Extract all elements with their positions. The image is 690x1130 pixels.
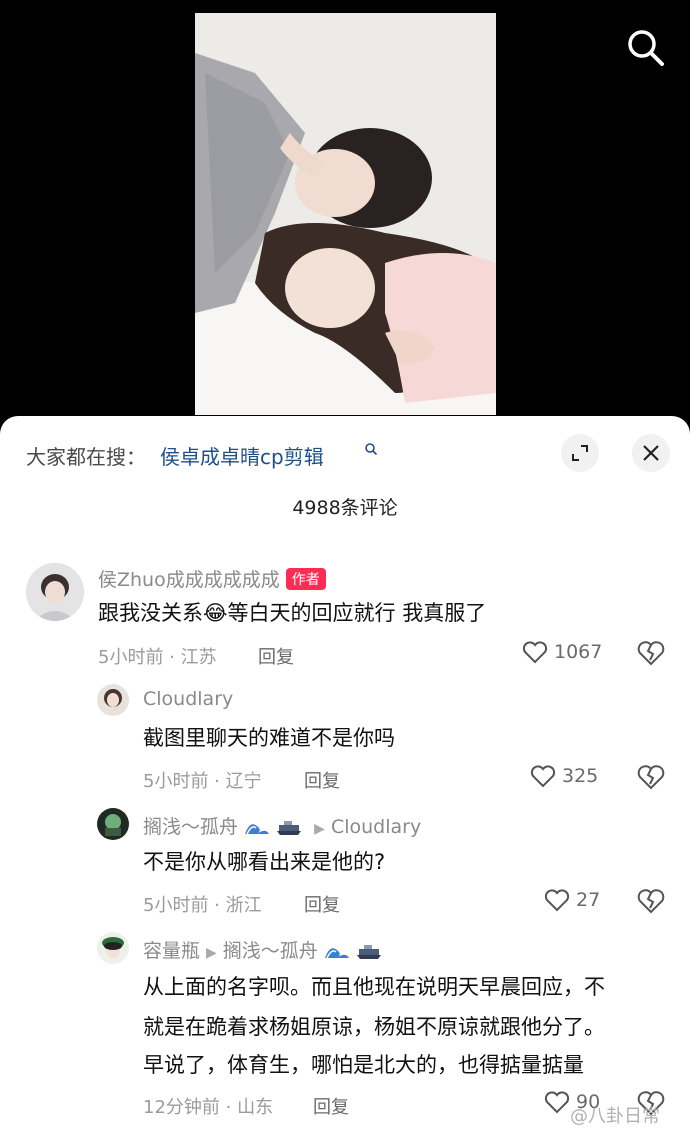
close-icon: [643, 445, 659, 461]
author-badge: 作者: [285, 568, 326, 590]
avatar[interactable]: [97, 932, 129, 964]
reply-username[interactable]: 搁浅～孤舟 ▶ Cloudlary: [143, 812, 421, 839]
like-button[interactable]: 1067: [522, 640, 602, 664]
avatar[interactable]: [26, 563, 84, 621]
comment-count: 4988条评论: [292, 497, 398, 519]
broken-heart-icon[interactable]: [637, 888, 665, 914]
broken-heart-icon[interactable]: [637, 764, 665, 790]
reply-meta: 5小时前 · 浙江: [143, 895, 262, 916]
comment-username[interactable]: 侯Zhuo成成成成成成 作者: [98, 565, 326, 592]
reply-text-line: 从上面的名字呗。而且他现在说明天早晨回应，不: [143, 975, 605, 999]
reply-username[interactable]: Cloudlary: [143, 688, 233, 710]
like-button[interactable]: 27: [544, 888, 600, 912]
trending-search-label: 大家都在搜：: [26, 445, 146, 469]
reply-text: 截图里聊天的难道不是你吗: [143, 726, 395, 750]
reply-arrow-icon: ▶: [314, 821, 325, 837]
video-player[interactable]: [0, 0, 690, 430]
like-count: 1067: [554, 641, 603, 663]
heart-icon: [544, 889, 570, 912]
like-button[interactable]: 325: [530, 764, 598, 788]
comment-sheet-header: 大家都在搜： 侯卓成卓晴cp剪辑: [0, 416, 690, 494]
close-button[interactable]: [632, 434, 670, 472]
reply-meta: 12分钟前 · 山东: [143, 1097, 274, 1118]
reply-text: 不是你从哪看出来是他的?: [143, 850, 386, 874]
watermark: @八卦日常: [570, 1106, 660, 1127]
reply-button[interactable]: 回复: [258, 643, 294, 669]
heart-icon: [530, 765, 556, 788]
ship-emoji-icon: [277, 821, 302, 835]
expand-button[interactable]: [561, 434, 599, 472]
expand-icon: [572, 445, 588, 461]
reply-username[interactable]: 容量瓶 ▶ 搁浅～孤舟: [143, 936, 382, 963]
broken-heart-icon[interactable]: [637, 640, 665, 666]
reply-button[interactable]: 回复: [304, 891, 340, 917]
video-frame: [195, 13, 496, 415]
video-thumbnail: [195, 13, 496, 415]
comment-text: 跟我没关系😂等白天的回应就行 我真服了: [98, 601, 487, 625]
like-count: 27: [576, 889, 601, 911]
comment-meta: 5小时前 · 江苏: [98, 647, 217, 668]
reply-meta: 5小时前 · 辽宁: [143, 771, 262, 792]
trending-search-link[interactable]: 侯卓成卓晴cp剪辑: [160, 441, 324, 470]
wave-emoji-icon: [245, 824, 270, 835]
ship-emoji-icon: [356, 945, 381, 959]
avatar[interactable]: [97, 808, 129, 840]
like-count: 325: [562, 765, 599, 787]
search-small-icon: [365, 443, 378, 456]
reply-arrow-icon: ▶: [206, 945, 217, 961]
wave-emoji-icon: [324, 948, 349, 959]
reply-text-line: 早说了，体育生，哪怕是北大的，也得掂量掂量: [143, 1053, 584, 1077]
reply-button[interactable]: 回复: [304, 767, 340, 793]
reply-text-line: 就是在跪着求杨姐原谅，杨姐不原谅就跟他分了。: [143, 1015, 605, 1039]
search-button[interactable]: [624, 26, 666, 68]
search-icon: [628, 30, 664, 66]
heart-icon: [544, 1091, 570, 1114]
comment-sheet: 大家都在搜： 侯卓成卓晴cp剪辑 4988条评论 侯Zhuo成成成成成成 作者 …: [0, 416, 690, 1130]
heart-icon: [522, 641, 548, 664]
reply-button[interactable]: 回复: [313, 1093, 349, 1119]
avatar[interactable]: [97, 684, 129, 716]
